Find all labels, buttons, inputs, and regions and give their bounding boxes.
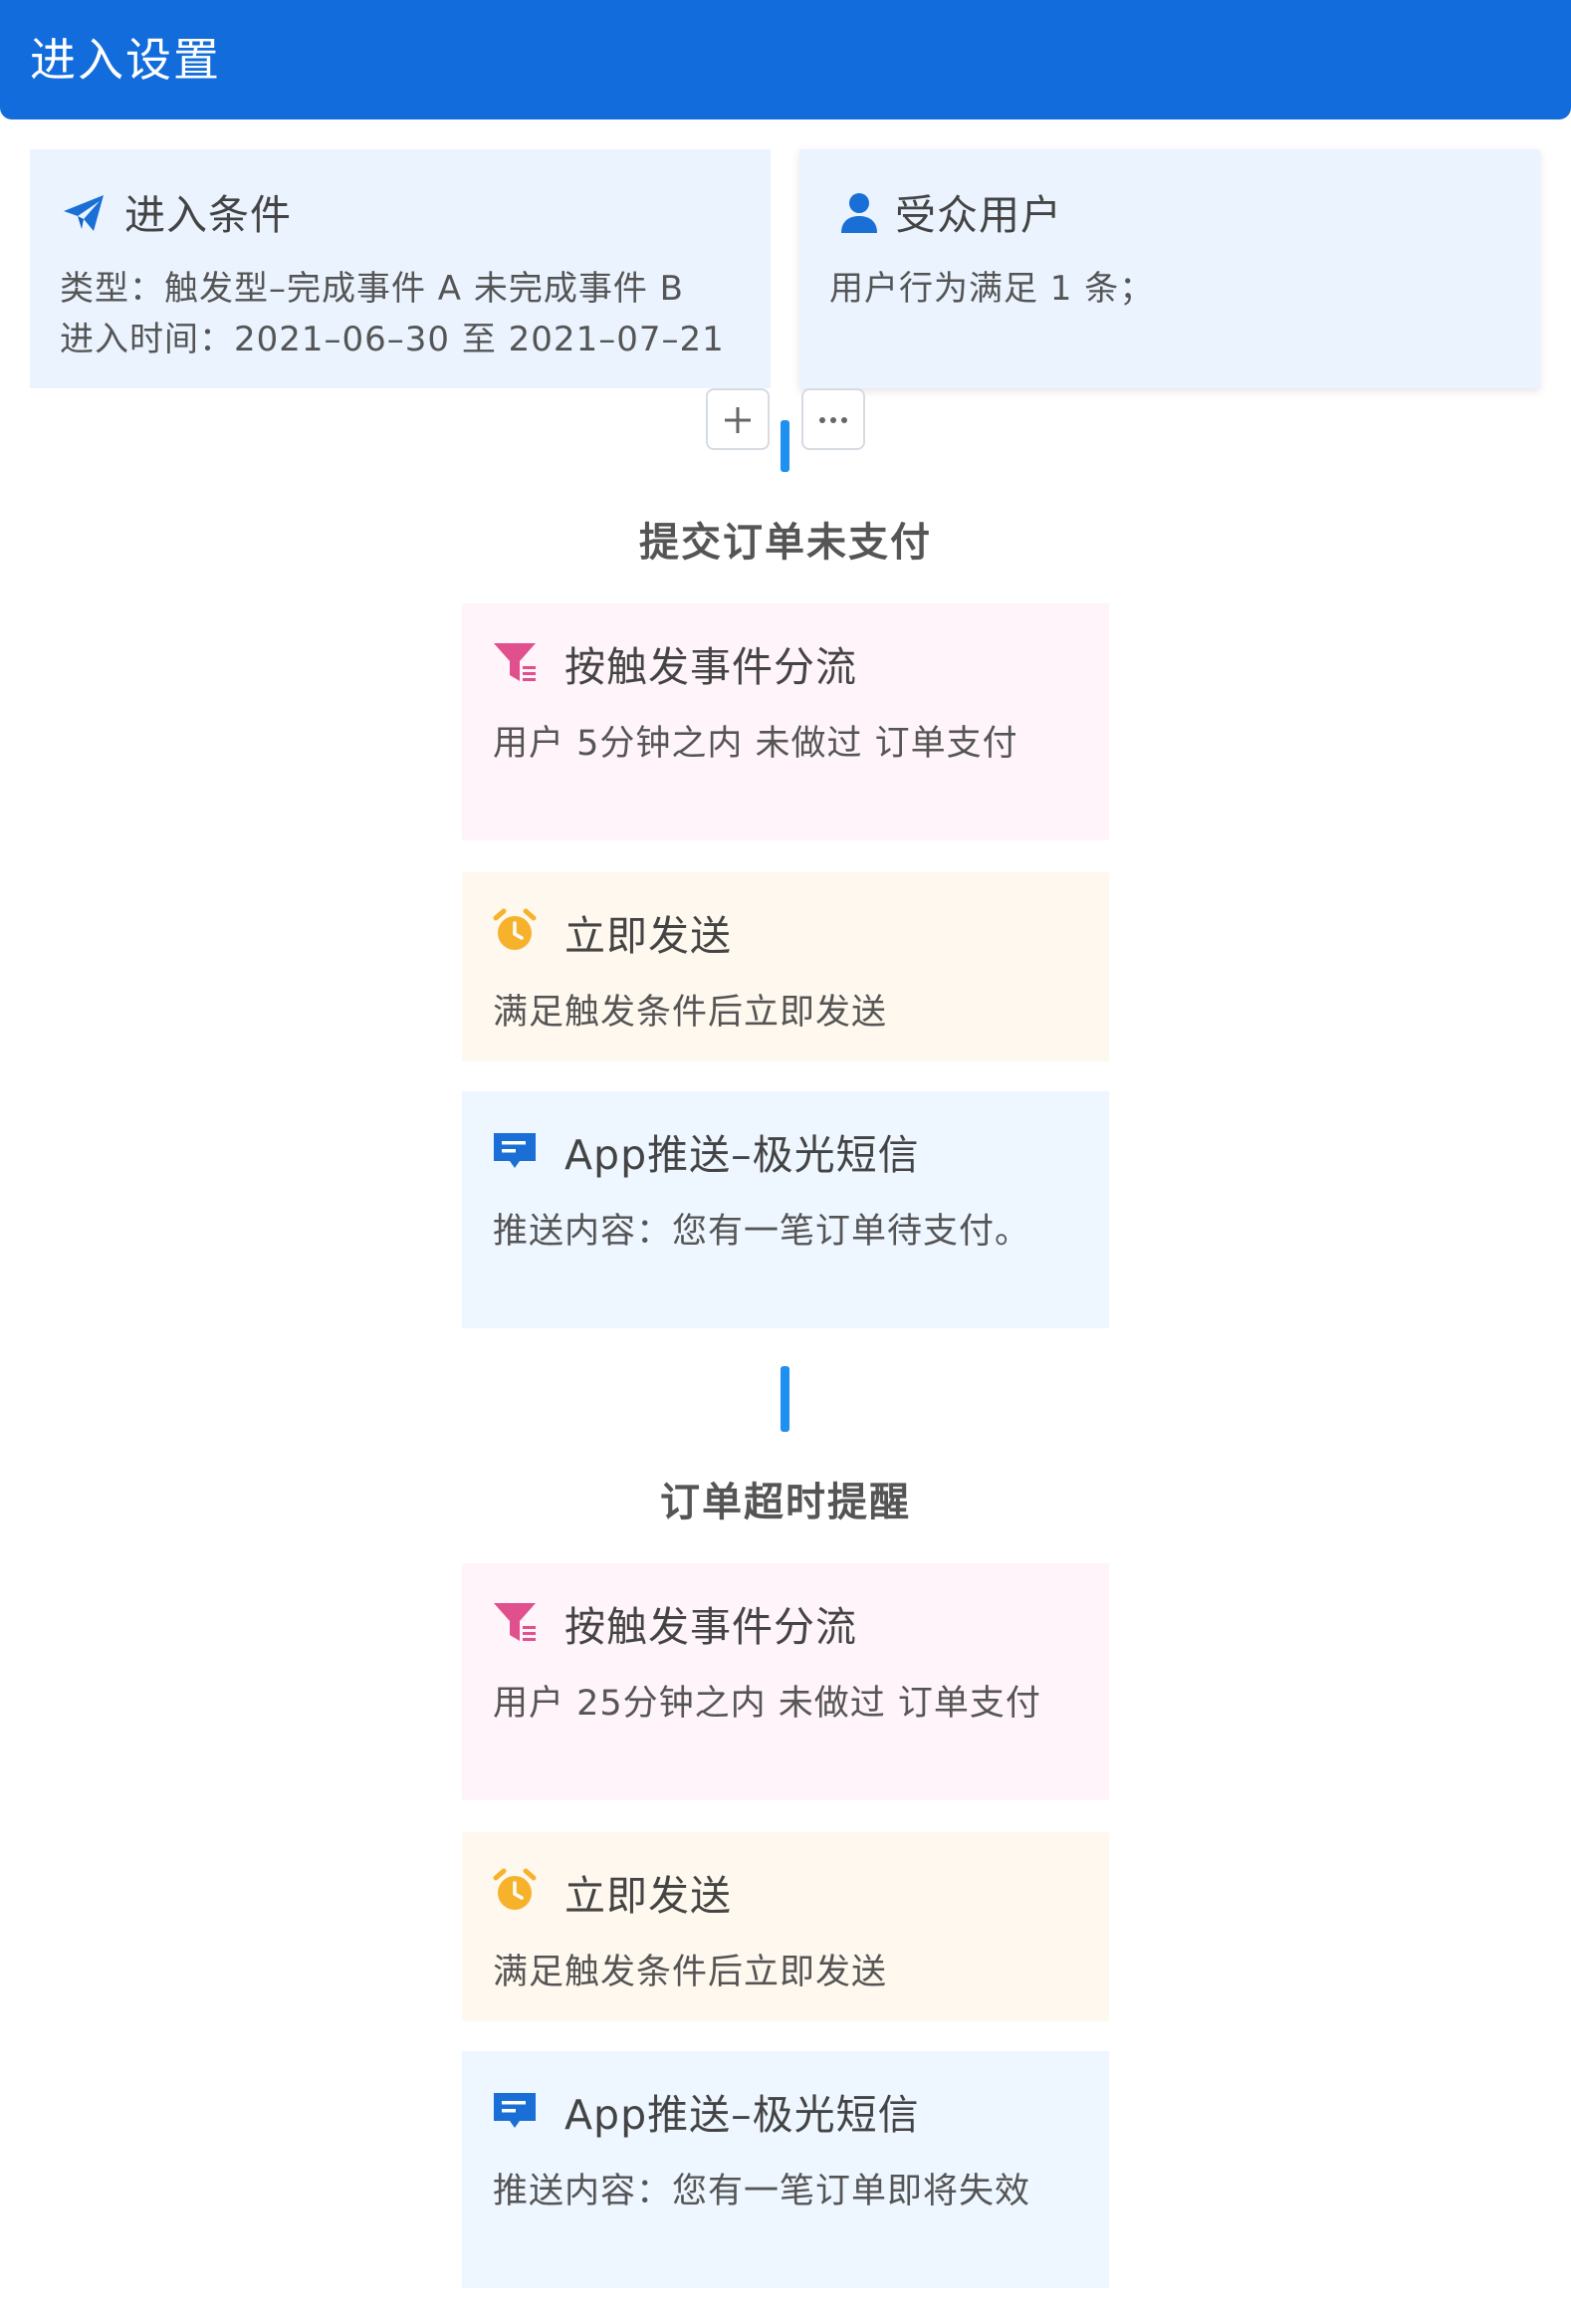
message-icon [494,2093,536,2128]
flow-connector [781,420,789,472]
more-icon [819,417,847,423]
audience-card[interactable]: 受众用户 用户行为满足 1 条； [799,149,1540,388]
funnel-icon [494,1603,536,1641]
more-options-button[interactable] [801,388,865,450]
step-description: 用户 25分钟之内 未做过 订单支付 [493,1684,1041,1724]
step-description: 推送内容：您有一笔订单即将失效 [493,2172,1031,2211]
push-step-card[interactable]: App推送–极光短信 推送内容：您有一笔订单待支付。 [462,1091,1109,1328]
split-step-card[interactable]: 按触发事件分流 用户 25分钟之内 未做过 订单支付 [462,1563,1109,1800]
split-step-card[interactable]: 按触发事件分流 用户 5分钟之内 未做过 订单支付 [462,603,1109,840]
entry-conditions-title: 进入条件 [124,191,292,239]
add-node-button[interactable] [706,388,770,450]
step-description: 推送内容：您有一笔订单待支付。 [493,1212,1031,1252]
page-header: 进入设置 [0,0,1571,119]
alarm-clock-icon [493,908,537,950]
paper-plane-icon [64,195,104,231]
step-description: 满足触发条件后立即发送 [493,1953,888,1992]
step-description: 用户 5分钟之内 未做过 订单支付 [493,724,1018,764]
flow-connector [781,1366,789,1432]
page-title: 进入设置 [30,33,221,87]
message-icon [494,1133,536,1168]
step-title: 立即发送 [564,912,732,960]
audience-title: 受众用户 [895,191,1062,239]
timing-step-card[interactable]: 立即发送 满足触发条件后立即发送 [462,1832,1109,2021]
step-title: 按触发事件分流 [564,1603,857,1651]
step-title: App推送–极光短信 [564,1131,920,1179]
push-step-card[interactable]: App推送–极光短信 推送内容：您有一笔订单即将失效 [462,2051,1109,2288]
plus-icon [725,407,751,433]
step-title: 按触发事件分流 [564,643,857,691]
step-title: App推送–极光短信 [564,2091,920,2139]
funnel-icon [494,643,536,681]
step-description: 满足触发条件后立即发送 [493,993,888,1033]
entry-type-line: 类型：触发型–完成事件 A 未完成事件 B [60,269,685,309]
user-icon [841,193,877,233]
group-title: 提交订单未支付 [639,520,932,566]
group-title: 订单超时提醒 [660,1480,911,1525]
entry-time-line: 进入时间：2021–06–30 至 2021–07–21 [60,320,725,359]
audience-rule-line: 用户行为满足 1 条； [829,269,1155,309]
step-title: 立即发送 [564,1872,732,1920]
entry-conditions-card[interactable]: 进入条件 类型：触发型–完成事件 A 未完成事件 B 进入时间：2021–06–… [30,149,771,388]
alarm-clock-icon [493,1868,537,1910]
timing-step-card[interactable]: 立即发送 满足触发条件后立即发送 [462,872,1109,1061]
